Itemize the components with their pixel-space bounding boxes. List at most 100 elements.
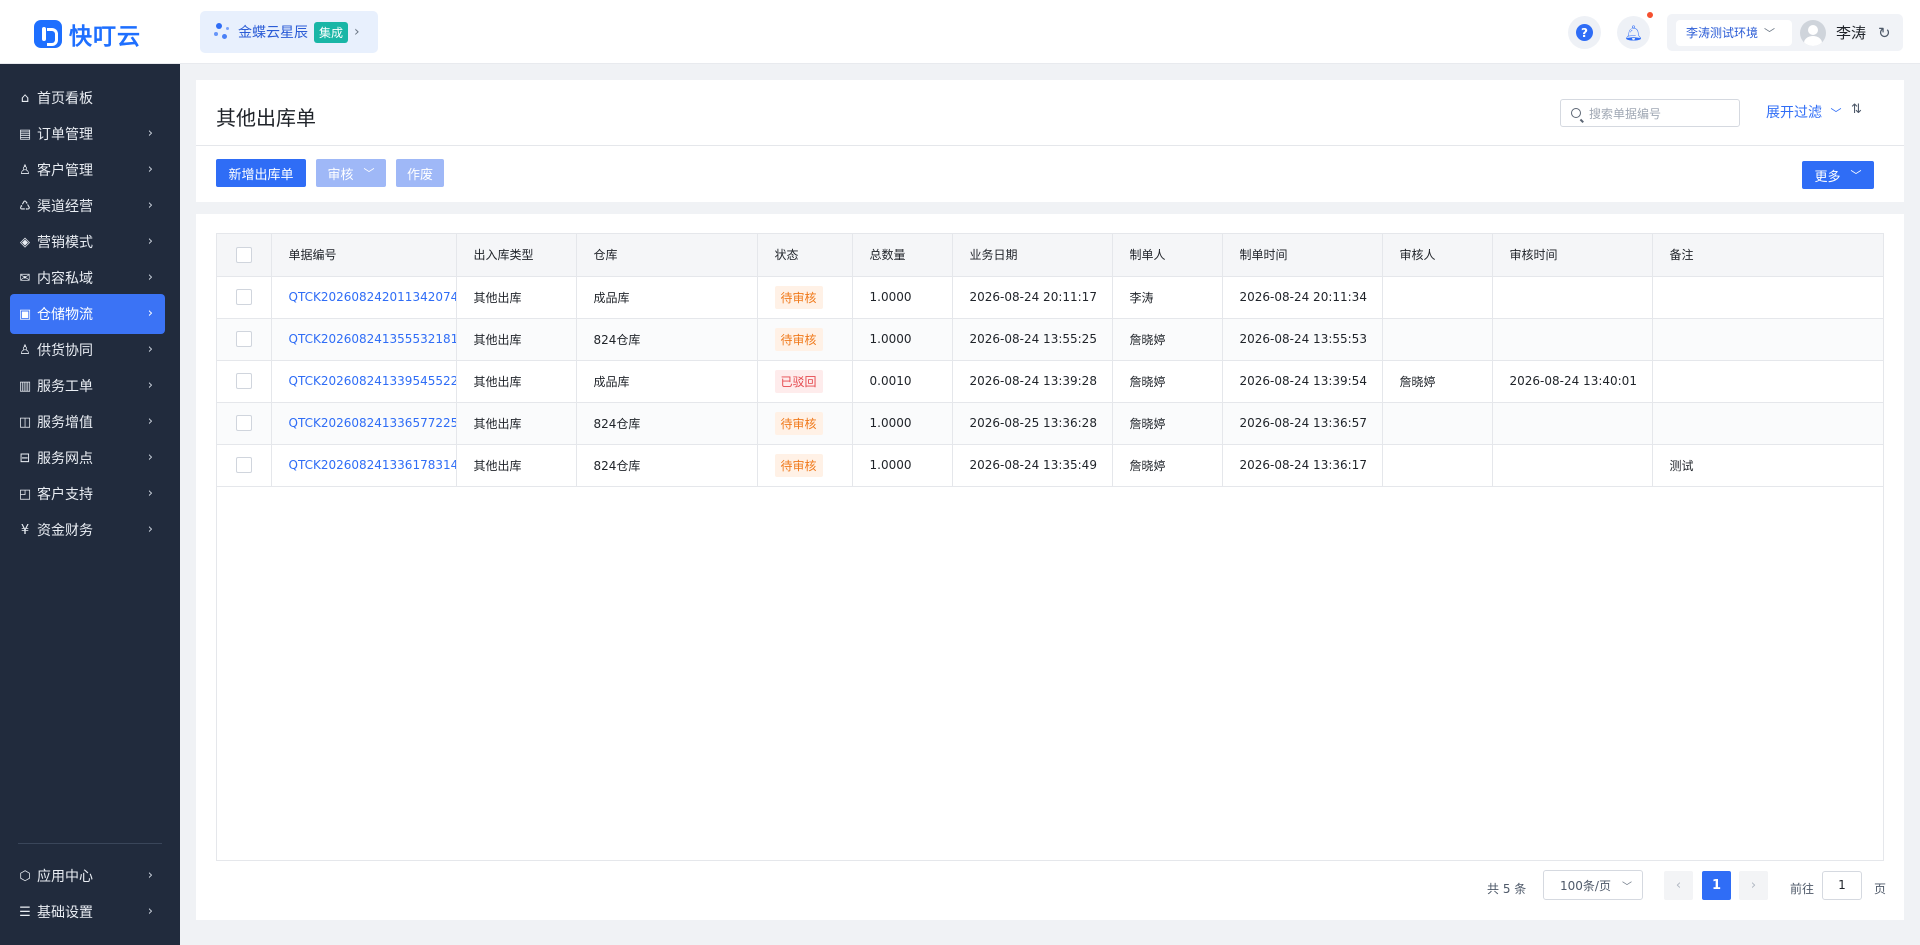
sidebar-item-label: 客户管理 [37, 163, 93, 179]
settings-list-icon: ☰ [19, 904, 31, 920]
column-header[interactable]: 状态 [757, 234, 853, 277]
chevron-down-icon: ﹀ [1830, 107, 1842, 120]
integration-icon [214, 21, 232, 43]
sidebar-item-tickets[interactable]: ▥ 服务工单 › [10, 366, 165, 406]
sidebar-item-label: 资金财务 [37, 523, 93, 539]
column-header[interactable]: 业务日期 [952, 234, 1113, 277]
help-icon: ? [1576, 24, 1593, 41]
cell-audit-time [1492, 318, 1653, 361]
select-all-checkbox[interactable] [235, 246, 252, 263]
row-checkbox[interactable] [235, 289, 252, 305]
cell-remark: 测试 [1652, 444, 1883, 487]
sidebar-item-value-added[interactable]: ◫ 服务增值 › [10, 402, 165, 442]
help-button[interactable]: ? [1568, 16, 1601, 49]
cell-auditor: 詹晓婷 [1382, 360, 1493, 403]
supply-icon: ♙ [19, 342, 31, 358]
search-placeholder: 搜索单据编号 [1589, 106, 1662, 121]
cell-business-date: 2026-08-24 13:39:28 [952, 360, 1113, 403]
table-row[interactable]: QTCK202608241339545522 其他出库 成品库 已驳回 0.00… [217, 360, 1883, 403]
sidebar-item-label: 渠道经营 [37, 199, 93, 215]
document-number-link[interactable]: QTCK202608241339545522 [271, 360, 457, 403]
row-checkbox[interactable] [235, 331, 252, 347]
user-icon: ♙ [19, 162, 31, 178]
page-number-button[interactable]: 1 [1702, 871, 1731, 900]
table-row[interactable]: QTCK202608241336577225 其他出库 824仓库 待审核 1.… [217, 402, 1883, 445]
column-header[interactable]: 仓库 [576, 234, 758, 277]
column-header[interactable]: 出入库类型 [456, 234, 577, 277]
column-header[interactable]: 总数量 [852, 234, 953, 277]
document-number-link[interactable]: QTCK202608241355532181 [271, 318, 457, 361]
cell-status: 待审核 [757, 444, 853, 487]
audit-button[interactable]: 审核 ﹀ [316, 159, 386, 187]
chevron-right-icon: › [147, 904, 153, 919]
sidebar-item-label: 基础设置 [37, 905, 93, 921]
sidebar-item-label: 应用中心 [37, 869, 93, 885]
sidebar-item-customers[interactable]: ♙ 客户管理 › [10, 150, 165, 190]
avatar[interactable] [1800, 19, 1826, 46]
chevron-left-icon: ‹ [1675, 878, 1682, 893]
sort-icon[interactable]: ⇅ [1851, 102, 1862, 117]
prev-page-button[interactable]: ‹ [1664, 871, 1693, 900]
column-header[interactable]: 制单时间 [1222, 234, 1383, 277]
sidebar-item-label: 服务网点 [37, 451, 93, 467]
status-badge: 已驳回 [774, 369, 823, 393]
table-row[interactable]: QTCK202608241336178314 其他出库 824仓库 待审核 1.… [217, 444, 1883, 487]
expand-filter-button[interactable]: 展开过滤 ﹀ [1766, 102, 1841, 122]
row-checkbox[interactable] [235, 457, 252, 473]
sidebar: ⌂ 首页看板 ▤ 订单管理 › ♙ 客户管理 › ♺ 渠道经营 › ◈ 营销模式… [0, 64, 180, 945]
sidebar-item-label: 服务增值 [37, 415, 93, 431]
table-row[interactable]: QTCK202608242011342074 其他出库 成品库 待审核 1.00… [217, 276, 1883, 319]
sidebar-item-warehouse[interactable]: ▣ 仓储物流 › [10, 294, 165, 334]
goto-page-input[interactable]: 1 [1822, 871, 1862, 900]
page-size-select[interactable]: 100条/页 ﹀ [1543, 870, 1643, 900]
sidebar-item-orders[interactable]: ▤ 订单管理 › [10, 114, 165, 154]
row-select-cell [217, 276, 272, 319]
search-icon [1571, 108, 1581, 118]
sidebar-item-supply[interactable]: ♙ 供货协同 › [10, 330, 165, 370]
row-checkbox[interactable] [235, 415, 252, 431]
document-number-link[interactable]: QTCK202608242011342074 [271, 276, 457, 319]
bell-icon: 🔔︎ [1623, 23, 1644, 42]
row-checkbox[interactable] [235, 373, 252, 389]
chevron-right-icon: › [147, 342, 153, 357]
sidebar-item-channels[interactable]: ♺ 渠道经营 › [10, 186, 165, 226]
sidebar-item-content[interactable]: ✉ 内容私域 › [10, 258, 165, 298]
more-button[interactable]: 更多 ﹀ [1802, 161, 1874, 189]
sidebar-item-settings[interactable]: ☰ 基础设置 › [10, 892, 165, 932]
sidebar-item-dashboard[interactable]: ⌂ 首页看板 [10, 78, 165, 118]
notification-dot [1647, 12, 1653, 18]
void-button[interactable]: 作废 [396, 159, 444, 187]
cell-quantity: 1.0000 [852, 402, 953, 445]
add-outbound-button[interactable]: 新增出库单 [216, 159, 306, 187]
table-panel: 单据编号 出入库类型 仓库 状态 总数量 业务日期 制单人 制单时间 审核人 审… [196, 214, 1904, 920]
sidebar-item-support[interactable]: ◰ 客户支持 › [10, 474, 165, 514]
integration-switcher[interactable]: 金蝶云星辰 集成 › [200, 11, 378, 53]
document-number-link[interactable]: QTCK202608241336178314 [271, 444, 457, 487]
user-name[interactable]: 李涛 [1836, 22, 1866, 43]
document-number-link[interactable]: QTCK202608241336577225 [271, 402, 457, 445]
refresh-icon[interactable]: ↻ [1878, 24, 1891, 42]
sidebar-item-app-center[interactable]: ⬡ 应用中心 › [10, 856, 165, 896]
page-size-value: 100条/页 [1560, 878, 1611, 893]
sidebar-item-label: 内容私域 [37, 271, 93, 287]
next-page-button[interactable]: › [1739, 871, 1768, 900]
cell-warehouse: 824仓库 [576, 402, 758, 445]
table-row[interactable]: QTCK202608241355532181 其他出库 824仓库 待审核 1.… [217, 318, 1883, 361]
sidebar-item-service-points[interactable]: ⊟ 服务网点 › [10, 438, 165, 478]
row-select-cell [217, 444, 272, 487]
page-title: 其他出库单 [216, 106, 316, 130]
search-input[interactable]: 搜索单据编号 [1560, 99, 1740, 127]
sidebar-item-marketing[interactable]: ◈ 营销模式 › [10, 222, 165, 262]
cell-warehouse: 824仓库 [576, 444, 758, 487]
column-header[interactable]: 审核时间 [1492, 234, 1653, 277]
app-logo[interactable]: 快叮云 [34, 17, 141, 51]
sidebar-item-finance[interactable]: ¥ 资金财务 › [10, 510, 165, 550]
goto-suffix: 页 [1874, 882, 1887, 896]
column-header[interactable]: 制单人 [1112, 234, 1223, 277]
column-header[interactable]: 审核人 [1382, 234, 1493, 277]
notification-button[interactable]: 🔔︎ [1617, 16, 1650, 49]
column-header[interactable]: 单据编号 [271, 234, 457, 277]
environment-select[interactable]: 李涛测试环境 ﹀ [1676, 19, 1792, 46]
cell-audit-time [1492, 444, 1653, 487]
column-header[interactable]: 备注 [1652, 234, 1883, 277]
